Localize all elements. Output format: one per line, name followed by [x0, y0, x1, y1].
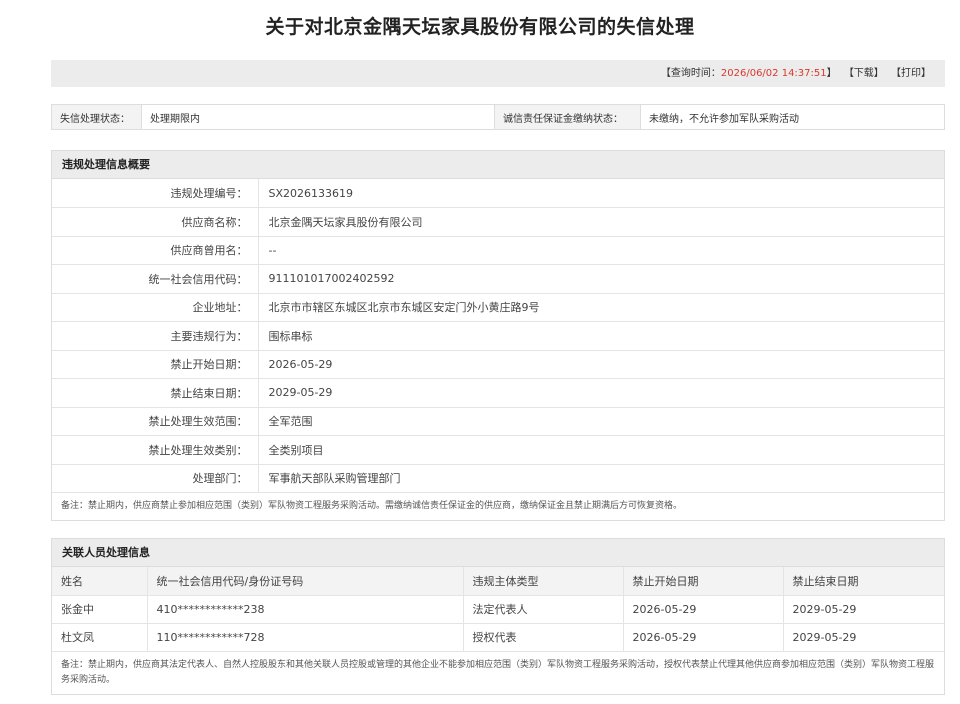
- column-header: 姓名: [52, 567, 148, 596]
- info-row: 禁止结束日期： 2029-05-29: [52, 378, 944, 408]
- query-time-close: 】: [826, 68, 837, 79]
- deposit-value: 未缴纳，不允许参加军队采购活动: [640, 104, 945, 130]
- info-key: 禁止处理生效范围：: [52, 407, 259, 436]
- column-header: 统一社会信用代码/身份证号码: [147, 567, 464, 596]
- info-row: 供应商曾用名： --: [52, 236, 944, 265]
- table-cell: 法定代表人: [463, 595, 624, 624]
- table-cell: 杜文凤: [52, 623, 148, 652]
- info-value: 北京金隅天坛家具股份有限公司: [258, 207, 944, 237]
- violation-note: 备注：禁止期内，供应商禁止参加相应范围（类别）军队物资工程服务采购活动。需缴纳诚…: [61, 501, 683, 511]
- info-key: 禁止处理生效类别：: [52, 435, 259, 465]
- info-row: 主要违规行为： 围标串标: [52, 321, 944, 351]
- info-value: 围标串标: [258, 321, 944, 351]
- related-table: 姓名 统一社会信用代码/身份证号码 违规主体类型 禁止开始日期 禁止结束日期 张金中 41…: [52, 567, 944, 652]
- table-cell: 2029-05-29: [783, 595, 944, 624]
- info-value: 全类别项目: [258, 435, 944, 465]
- query-time: 2026/06/02 14:37:51: [720, 68, 827, 79]
- info-value: 2029-05-29: [258, 378, 944, 408]
- status-value: 处理期限内: [141, 104, 495, 130]
- info-row: 违规处理编号： SX2026133619: [52, 179, 944, 208]
- info-row: 禁止处理生效范围： 全军范围: [52, 407, 944, 436]
- table-row: 张金中 410************238 法定代表人 2026-05-29 2029…: [52, 595, 944, 624]
- table-cell: 110************728: [147, 623, 464, 652]
- info-value: --: [258, 236, 944, 265]
- status-table: 失信处理状态： 处理期限内 诚信责任保证金缴纳状态： 未缴纳，不允许参加军队采购…: [51, 104, 945, 130]
- download-link[interactable]: 【下载】: [844, 68, 884, 79]
- info-row: 处理部门： 军事航天部队采购管理部门: [52, 464, 944, 493]
- info-value: 北京市市辖区东城区北京市东城区安定门外小黄庄路9号: [258, 293, 944, 322]
- info-row: 供应商名称： 北京金隅天坛家具股份有限公司: [52, 207, 944, 237]
- query-time-label: 【查询时间：: [660, 68, 721, 79]
- deposit-label: 诚信责任保证金缴纳状态：: [494, 104, 641, 130]
- related-section: 关联人员处理信息 姓名 统一社会信用代码/身份证号码 违规主体类型 禁止开始日期 禁止结…: [51, 538, 945, 695]
- related-header: 关联人员处理信息: [52, 539, 944, 567]
- info-key: 供应商曾用名：: [52, 236, 259, 265]
- table-cell: 410************238: [147, 595, 464, 624]
- info-key: 禁止结束日期：: [52, 378, 259, 408]
- table-cell: 2029-05-29: [783, 623, 944, 652]
- table-cell: 2026-05-29: [623, 595, 784, 624]
- violation-section: 违规处理信息概要 违规处理编号： SX2026133619 供应商名称： 北京金隅天坛…: [51, 150, 945, 521]
- table-cell: 2026-05-29: [623, 623, 784, 652]
- violation-table: 违规处理编号： SX2026133619 供应商名称： 北京金隅天坛家具股份有限公司供…: [52, 179, 944, 493]
- info-row: 禁止处理生效类别： 全类别项目: [52, 435, 944, 465]
- info-value: 911101017002402592: [258, 264, 944, 294]
- info-key: 主要违规行为：: [52, 321, 259, 351]
- info-row: 统一社会信用代码： 911101017002402592: [52, 264, 944, 294]
- info-value: 2026-05-29: [258, 350, 944, 379]
- info-value: SX2026133619: [258, 179, 944, 208]
- info-key: 禁止开始日期：: [52, 350, 259, 379]
- info-row: 企业地址： 北京市市辖区东城区北京市东城区安定门外小黄庄路9号: [52, 293, 944, 322]
- info-key: 处理部门：: [52, 464, 259, 493]
- status-label: 失信处理状态：: [51, 104, 142, 130]
- column-header: 违规主体类型: [463, 567, 624, 596]
- print-link[interactable]: 【打印】: [891, 68, 931, 79]
- table-cell: 授权代表: [463, 623, 624, 652]
- query-bar: 【查询时间：2026/06/02 14:37:51】 【下载】 【打印】: [51, 60, 945, 87]
- table-row: 杜文凤 110************728 授权代表 2026-05-29 2029-…: [52, 623, 944, 652]
- column-header: 禁止开始日期: [623, 567, 784, 596]
- info-value: 军事航天部队采购管理部门: [258, 464, 944, 493]
- related-note: 备注：禁止期内，供应商其法定代表人、自然人控股股东和其他关联人员控股或管理的其他…: [61, 659, 935, 685]
- info-key: 违规处理编号：: [52, 179, 259, 208]
- info-key: 供应商名称：: [52, 207, 259, 237]
- violation-header: 违规处理信息概要: [52, 151, 944, 179]
- info-key: 企业地址：: [52, 293, 259, 322]
- column-header: 禁止结束日期: [783, 567, 944, 596]
- table-cell: 张金中: [52, 595, 148, 624]
- info-key: 统一社会信用代码：: [52, 264, 259, 294]
- info-value: 全军范围: [258, 407, 944, 436]
- info-row: 禁止开始日期： 2026-05-29: [52, 350, 944, 379]
- page-title: 关于对北京金隅天坛家具股份有限公司的失信处理: [265, 16, 695, 38]
